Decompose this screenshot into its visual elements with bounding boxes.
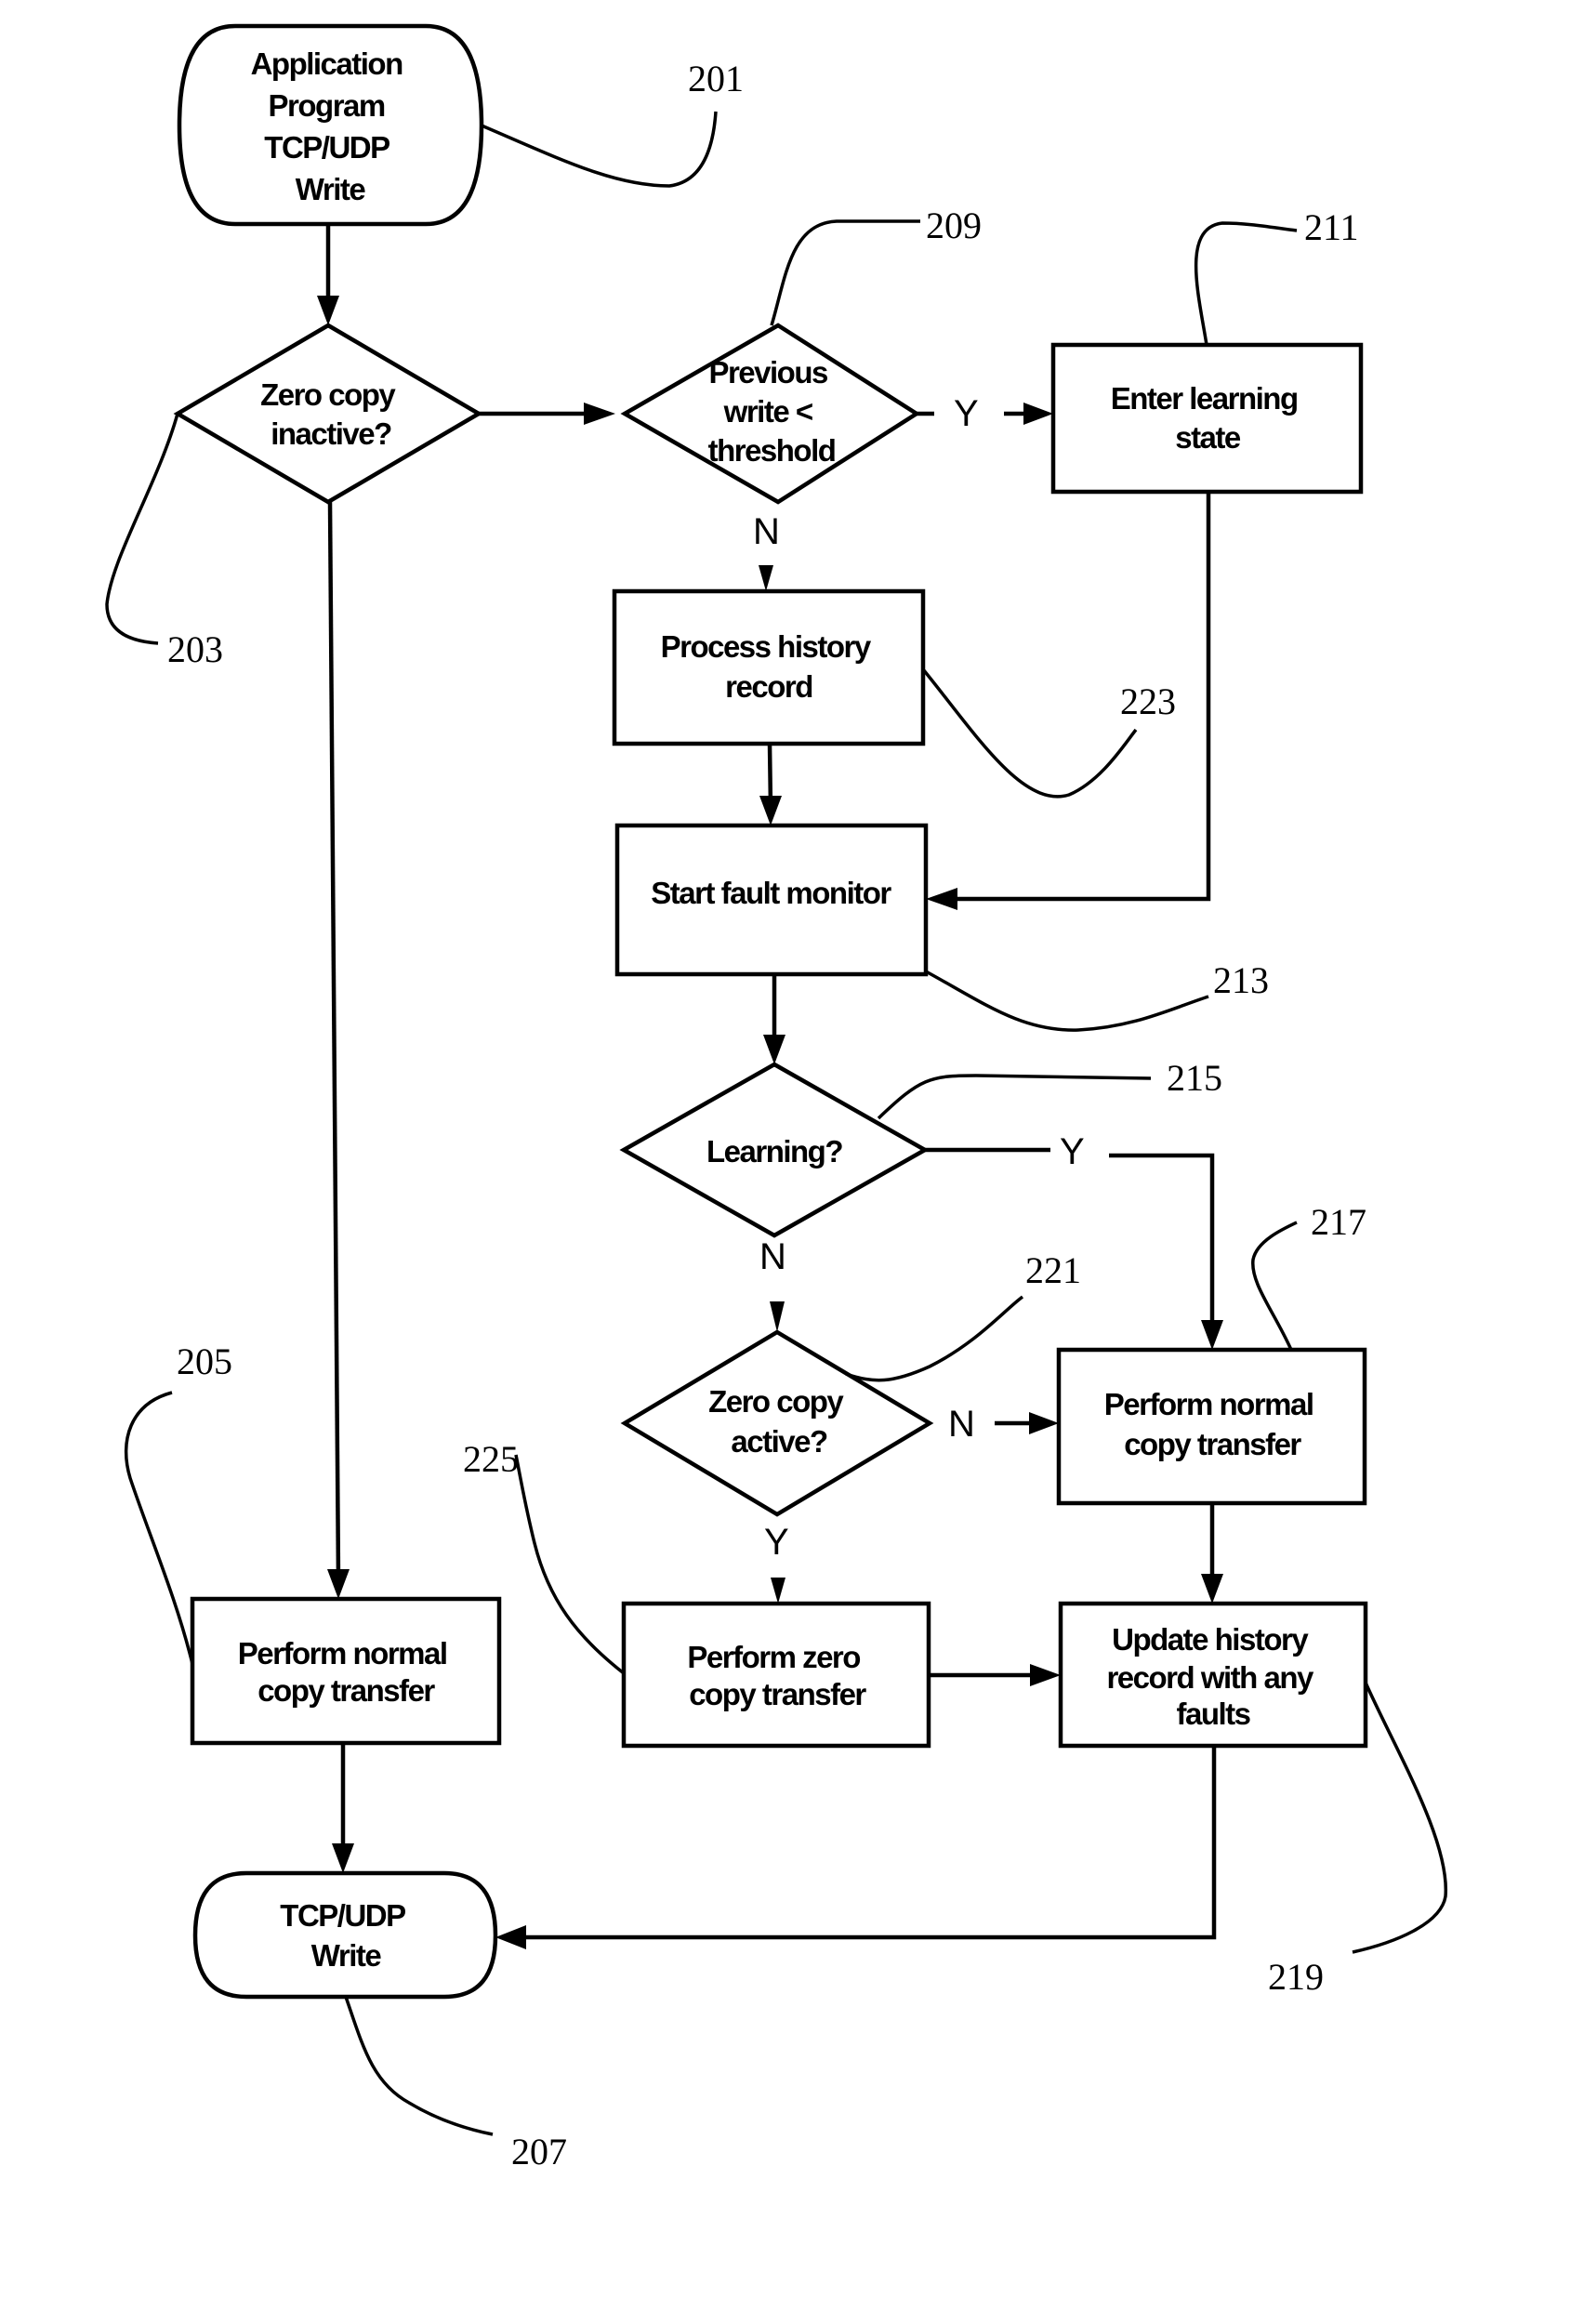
arrowhead xyxy=(759,565,773,591)
node-text-line: Program xyxy=(269,88,385,123)
arrowhead xyxy=(1029,1412,1059,1434)
arrowhead xyxy=(327,1569,350,1599)
node-text-line: Zero copy xyxy=(708,1384,844,1419)
svg-text:Learning?: Learning? xyxy=(706,1134,842,1169)
node-text-line: Previous xyxy=(708,355,827,390)
ref-217: 217 xyxy=(1311,1201,1366,1243)
edge-219-207 xyxy=(514,1746,1217,1940)
node-text-line: Application xyxy=(251,46,403,81)
node-223-process-history-record: Process history record xyxy=(612,588,926,746)
node-text-line: TCP/UDP xyxy=(280,1898,405,1933)
leader-207 xyxy=(344,1996,494,2136)
node-text-line: record xyxy=(725,669,812,704)
node-text-line: Enter learning xyxy=(1111,381,1298,416)
edge-215-217-b xyxy=(1109,1153,1215,1331)
node-201-start-terminator: Application Program TCP/UDP Write xyxy=(177,23,484,227)
edge-label-209-yes: Y xyxy=(954,393,979,434)
node-203-zero-copy-inactive-decision: Zero copy inactive? xyxy=(173,323,483,505)
arrowhead xyxy=(584,403,615,425)
arrowhead xyxy=(771,1578,785,1604)
ref-223: 223 xyxy=(1120,680,1176,722)
arrowhead xyxy=(495,1925,526,1949)
node-text-line: copy transfer xyxy=(1124,1427,1301,1461)
node-text-line: Perform normal xyxy=(1104,1387,1313,1421)
node-213-start-fault-monitor: Start fault monitor xyxy=(614,823,929,977)
svg-text:Start fault monitor: Start fault monitor xyxy=(651,876,891,910)
leader-205 xyxy=(124,1391,194,1665)
leader-211 xyxy=(1194,221,1298,346)
leader-201 xyxy=(481,111,718,188)
arrowhead xyxy=(770,1301,785,1332)
node-text-line: Write xyxy=(311,1938,382,1973)
node-219-update-history-record: Update history record with any faults xyxy=(1058,1601,1368,1749)
node-text-line: record with any xyxy=(1106,1660,1314,1695)
node-text-line: Perform normal xyxy=(238,1636,447,1670)
arrowhead xyxy=(1201,1320,1223,1350)
ref-205: 205 xyxy=(177,1340,232,1382)
node-215-learning-decision: Learning? xyxy=(619,1062,930,1238)
node-text-line: Process history xyxy=(661,629,872,664)
ref-209: 209 xyxy=(926,205,982,246)
node-text-line: Write xyxy=(296,172,366,206)
node-text-line: Learning? xyxy=(706,1134,842,1169)
flowchart-canvas: Y N Y N N Y Application Program TCP/UDP … xyxy=(105,23,1447,2172)
leader-209 xyxy=(770,219,920,326)
ref-221: 221 xyxy=(1025,1249,1081,1291)
leader-215 xyxy=(877,1074,1152,1120)
arrowhead xyxy=(1023,403,1053,425)
node-text-line: copy transfer xyxy=(689,1677,866,1711)
arrowhead xyxy=(1201,1574,1223,1604)
ref-201: 201 xyxy=(688,58,744,99)
leader-223 xyxy=(921,667,1138,799)
ref-203: 203 xyxy=(167,628,223,670)
node-text-line: Start fault monitor xyxy=(651,876,891,910)
node-225-perform-zero-copy-transfer: Perform zero copy transfer xyxy=(621,1601,931,1749)
node-text-line: state xyxy=(1175,420,1241,455)
node-211-enter-learning-state: Enter learning state xyxy=(1050,342,1364,495)
node-text-line: Perform zero xyxy=(687,1640,860,1674)
edge-label-209-no: N xyxy=(753,511,780,552)
leader-225 xyxy=(514,1454,626,1675)
edge-203-205 xyxy=(327,501,341,1581)
leader-203 xyxy=(105,413,179,645)
arrowhead xyxy=(759,796,782,825)
node-text-line: copy transfer xyxy=(257,1673,435,1708)
node-209-previous-write-threshold-decision: Previous write < threshold xyxy=(620,323,921,505)
node-217-perform-normal-copy-transfer: Perform normal copy transfer xyxy=(1056,1347,1367,1506)
node-205-perform-normal-copy-transfer: Perform normal copy transfer xyxy=(190,1596,502,1746)
leader-213 xyxy=(925,970,1209,1032)
ref-211: 211 xyxy=(1304,206,1359,248)
arrowhead xyxy=(332,1843,354,1873)
arrowhead xyxy=(763,1035,785,1064)
svg-text:Previous write < t: Previous write < threshold xyxy=(708,355,836,468)
ref-219: 219 xyxy=(1268,1956,1324,1998)
node-text-line: Zero copy xyxy=(260,377,396,412)
node-text-line: Update history xyxy=(1112,1622,1309,1657)
leader-217 xyxy=(1251,1221,1298,1351)
ref-215: 215 xyxy=(1167,1057,1222,1099)
arrowhead xyxy=(317,296,339,325)
ref-213: 213 xyxy=(1213,959,1269,1001)
node-text-line: threshold xyxy=(708,433,836,468)
node-207-end-terminator: TCP/UDP Write xyxy=(192,1870,498,2000)
edge-label-215-no: N xyxy=(759,1236,786,1277)
node-221-zero-copy-active-decision: Zero copy active? xyxy=(620,1329,934,1517)
arrowhead xyxy=(926,888,957,910)
ref-225: 225 xyxy=(463,1438,519,1480)
edge-label-221-yes: Y xyxy=(764,1522,789,1563)
node-text-line: TCP/UDP xyxy=(264,130,389,165)
edge-label-221-no: N xyxy=(948,1404,975,1445)
node-text-line: inactive? xyxy=(271,416,391,451)
ref-207: 207 xyxy=(511,2131,567,2172)
node-text-line: active? xyxy=(731,1424,827,1459)
arrowhead xyxy=(1030,1664,1061,1686)
edge-label-215-yes: Y xyxy=(1060,1131,1085,1172)
node-text-line: faults xyxy=(1176,1697,1249,1731)
node-text-line: write < xyxy=(723,394,812,429)
leader-221 xyxy=(845,1295,1024,1382)
